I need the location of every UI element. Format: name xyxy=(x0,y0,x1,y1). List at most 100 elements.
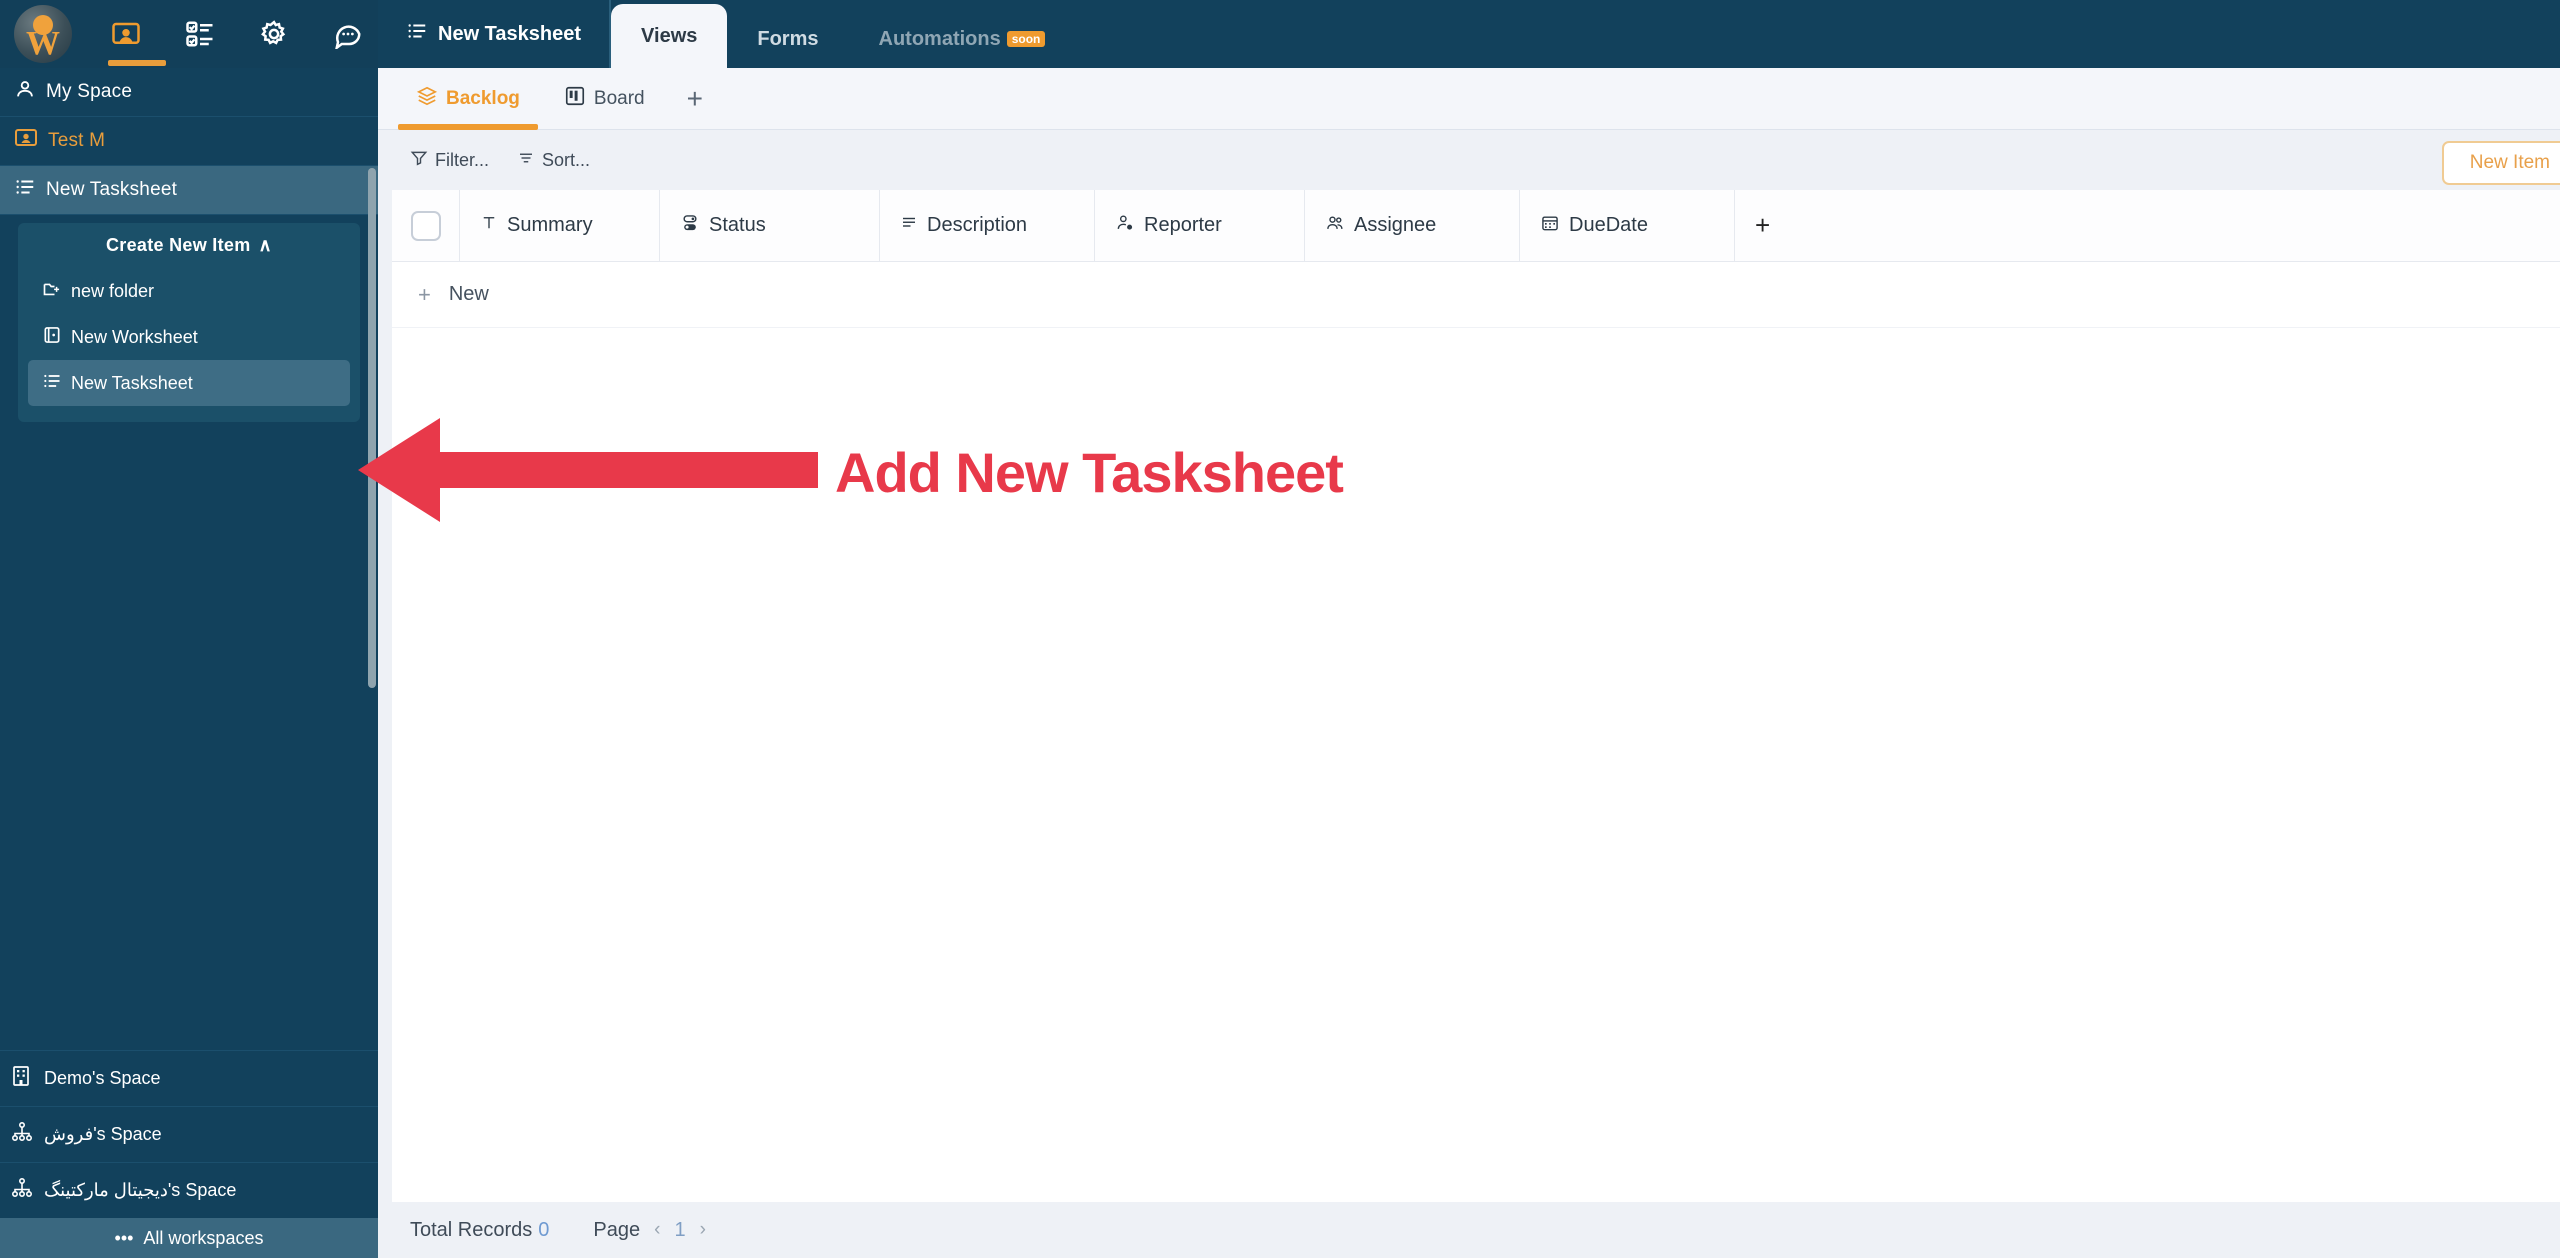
tab-forms[interactable]: Forms xyxy=(727,10,848,68)
current-sheet-chip[interactable]: New Tasksheet xyxy=(378,0,612,68)
create-new-item-header[interactable]: Create New Item ∧ xyxy=(28,235,350,256)
avatar[interactable]: W xyxy=(14,5,72,63)
sidebar-item-label: My Space xyxy=(46,81,133,102)
column-label: Summary xyxy=(507,214,593,236)
workspace-item-foroush[interactable]: فروش's Space xyxy=(0,1106,378,1162)
add-column-button[interactable]: + xyxy=(1735,190,2560,261)
sheet-name: New Tasksheet xyxy=(438,22,582,45)
workspace-label: Demo's Space xyxy=(44,1068,161,1088)
column-label: DueDate xyxy=(1569,214,1648,236)
tab-automations[interactable]: Automations soon xyxy=(849,10,1076,68)
pagination: Page ‹ 1 › xyxy=(593,1219,706,1242)
new-record-row[interactable]: + New xyxy=(392,262,2560,328)
column-header-duedate[interactable]: DueDate xyxy=(1520,190,1735,261)
page-number[interactable]: 1 xyxy=(674,1219,685,1242)
filter-button[interactable]: Filter... xyxy=(410,149,489,172)
create-item-label: New Worksheet xyxy=(71,326,198,347)
create-new-item-panel: Create New Item ∧ new folder New Workshe… xyxy=(18,223,360,422)
gear-icon[interactable] xyxy=(254,14,294,54)
create-item-new-folder[interactable]: new folder xyxy=(28,268,350,314)
column-label: Description xyxy=(927,214,1028,236)
column-label: Assignee xyxy=(1354,214,1437,236)
column-header-status[interactable]: Status xyxy=(660,190,880,261)
tab-label: Automations xyxy=(878,27,1001,50)
sidebar-item-label: Test M xyxy=(48,130,106,151)
create-item-label: new folder xyxy=(71,280,155,301)
new-record-label: New xyxy=(448,283,489,305)
select-all-header[interactable] xyxy=(392,190,460,261)
sidebar-icon-bar: W xyxy=(0,0,378,68)
description-icon xyxy=(900,214,918,238)
filter-toolbar: Filter... Sort... New Item xyxy=(392,130,2560,190)
sidebar: W My Space Test M New Tasksheet Create N… xyxy=(0,0,378,1258)
sidebar-item-label: New Tasksheet xyxy=(46,179,178,200)
nav-workspace-icon[interactable] xyxy=(106,14,166,66)
nav-tasks-icon[interactable] xyxy=(180,14,220,54)
add-view-button[interactable]: + xyxy=(671,83,719,115)
new-worksheet-icon xyxy=(42,325,62,350)
view-tab-board[interactable]: Board xyxy=(546,68,663,130)
tab-views[interactable]: Views xyxy=(611,4,728,68)
org-icon xyxy=(10,1120,34,1149)
text-icon xyxy=(480,214,498,238)
status-icon xyxy=(680,213,700,239)
column-label: Reporter xyxy=(1144,214,1222,236)
layers-icon xyxy=(416,85,438,113)
reporter-icon xyxy=(1115,213,1135,239)
plus-icon: + xyxy=(418,281,431,307)
column-label: Status xyxy=(709,214,766,236)
total-records-label: Total Records xyxy=(410,1218,533,1241)
column-header-summary[interactable]: Summary xyxy=(460,190,660,261)
all-workspaces-button[interactable]: ••• All workspaces xyxy=(0,1218,378,1258)
table-body-empty xyxy=(392,328,2560,1202)
workspace-label: دیجیتال مارکتینگ's Space xyxy=(44,1180,237,1200)
create-item-new-worksheet[interactable]: New Worksheet xyxy=(28,314,350,360)
sort-label: Sort... xyxy=(542,149,591,170)
view-tab-bar: Backlog Board + xyxy=(378,68,2560,130)
dots-icon: ••• xyxy=(114,1227,134,1248)
sidebar-item-test-m[interactable]: Test M xyxy=(0,117,378,166)
soon-badge: soon xyxy=(1006,31,1046,47)
sidebar-item-my-space[interactable]: My Space xyxy=(0,68,378,117)
person-icon xyxy=(14,78,36,106)
sidebar-item-new-tasksheet[interactable]: New Tasksheet xyxy=(0,166,378,215)
column-header-description[interactable]: Description xyxy=(880,190,1095,261)
sort-button[interactable]: Sort... xyxy=(517,149,590,172)
content-pane: Filter... Sort... New Item Summary Statu… xyxy=(392,130,2560,1258)
view-tab-backlog[interactable]: Backlog xyxy=(398,68,538,130)
table-header-row: Summary Status Description Reporter Assi… xyxy=(392,190,2560,262)
filter-label: Filter... xyxy=(435,149,490,170)
building-icon xyxy=(10,1064,34,1093)
records-table: Summary Status Description Reporter Assi… xyxy=(392,190,2560,1202)
create-new-item-title: Create New Item xyxy=(105,235,251,255)
next-page-button[interactable]: › xyxy=(700,1219,706,1241)
view-tab-label: Board xyxy=(593,87,645,109)
workspace-icon xyxy=(14,126,38,156)
column-header-reporter[interactable]: Reporter xyxy=(1095,190,1305,261)
view-tab-label: Backlog xyxy=(446,87,520,109)
total-records: Total Records 0 xyxy=(410,1219,549,1242)
new-item-button[interactable]: New Item xyxy=(2441,141,2560,185)
top-tab-bar: New Tasksheet Views Forms Automations so… xyxy=(378,0,2560,68)
all-workspaces-label: All workspaces xyxy=(143,1227,264,1248)
app-root: W My Space Test M New Tasksheet Create N… xyxy=(0,0,2560,1258)
avatar-watermark: W xyxy=(26,25,60,62)
column-header-assignee[interactable]: Assignee xyxy=(1305,190,1520,261)
new-folder-icon xyxy=(42,279,62,304)
select-all-checkbox[interactable] xyxy=(410,210,441,241)
tasksheet-icon xyxy=(406,20,428,48)
create-item-label: New Tasksheet xyxy=(71,372,193,393)
workspace-item-demo[interactable]: Demo's Space xyxy=(0,1050,378,1106)
board-icon xyxy=(564,85,586,113)
workspace-label: فروش's Space xyxy=(44,1124,162,1144)
prev-page-button[interactable]: ‹ xyxy=(654,1219,660,1241)
workspace-item-digital-marketing[interactable]: دیجیتال مارکتینگ's Space xyxy=(0,1162,378,1218)
chat-icon[interactable] xyxy=(328,14,368,54)
sidebar-scrollbar[interactable] xyxy=(368,168,376,688)
chevron-up-icon: ∧ xyxy=(258,235,273,255)
assignee-icon xyxy=(1325,213,1345,239)
new-tasksheet-icon xyxy=(42,371,62,396)
org-icon xyxy=(10,1176,34,1205)
create-item-new-tasksheet[interactable]: New Tasksheet xyxy=(28,360,350,406)
